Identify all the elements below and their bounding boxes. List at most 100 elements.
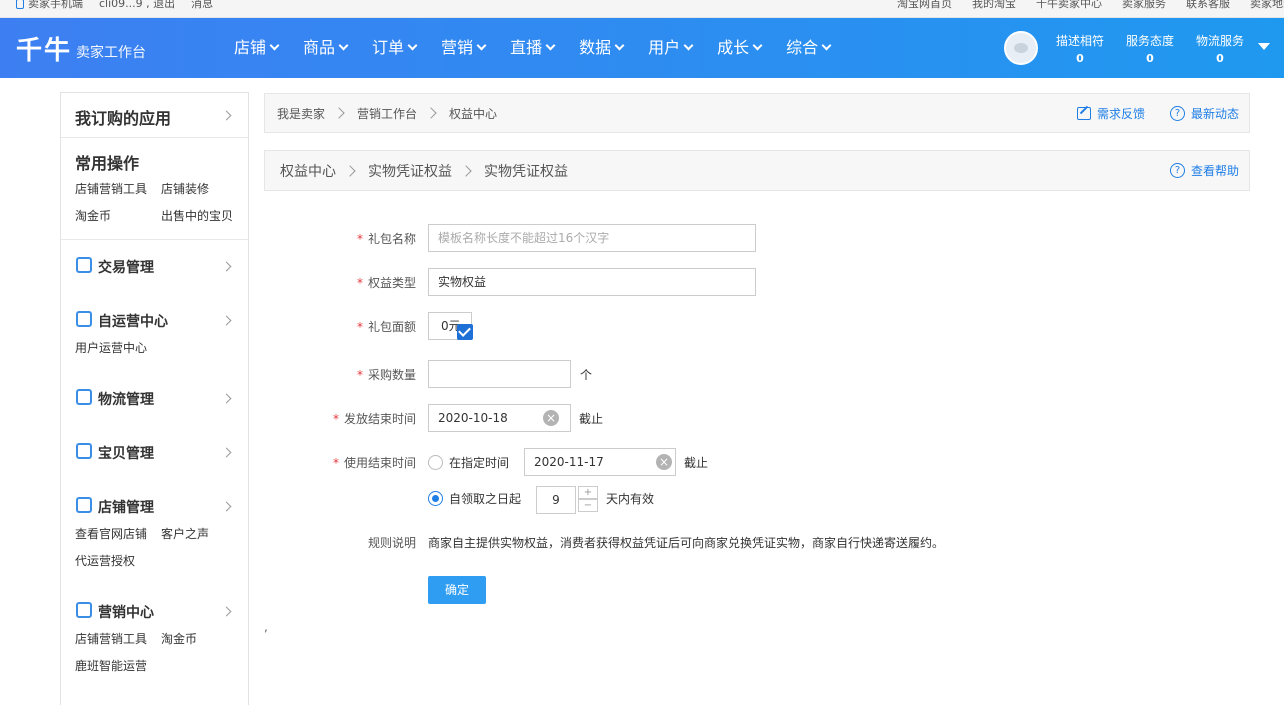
- nav-shop[interactable]: 店铺: [234, 18, 280, 78]
- sidebar-group-label: 店铺管理: [98, 500, 154, 516]
- nav-users-label: 用户: [648, 38, 681, 57]
- chevron-right-icon: [333, 107, 345, 119]
- score-description: 描述相符 0: [1056, 32, 1104, 65]
- breadcrumb-item[interactable]: 权益中心: [449, 105, 497, 122]
- type-label: * 权益类型: [356, 276, 416, 290]
- nav-data[interactable]: 数据: [579, 18, 625, 78]
- seller-map-link[interactable]: 卖家地图: [1250, 0, 1284, 11]
- breadcrumb-item[interactable]: 权益中心: [280, 161, 336, 181]
- account-link[interactable]: cli09...9 , 退出: [99, 0, 175, 11]
- breadcrumb-item[interactable]: 实物凭证权益: [368, 161, 452, 181]
- my-taobao-link[interactable]: 我的淘宝: [972, 0, 1016, 11]
- plus-icon[interactable]: +: [578, 486, 598, 499]
- score-label: 服务态度: [1126, 34, 1175, 48]
- logo[interactable]: 千牛: [16, 30, 72, 67]
- chevron-down-icon: [545, 40, 556, 51]
- qty-unit: 个: [580, 368, 593, 382]
- nav-growth[interactable]: 成长: [717, 18, 763, 78]
- sidebar-apps[interactable]: 我订购的应用: [61, 93, 248, 138]
- checkbox-checked[interactable]: [457, 324, 473, 340]
- sidebar-group-label: 自运营中心: [98, 314, 168, 330]
- chevron-down-icon: [269, 40, 280, 51]
- issue-until-text: 截止: [579, 412, 604, 426]
- avatar[interactable]: [1004, 31, 1038, 65]
- feedback-link[interactable]: 需求反馈: [1076, 94, 1145, 132]
- nav-growth-label: 成长: [717, 38, 750, 57]
- chevron-down-icon: [752, 40, 763, 51]
- caret-down-icon[interactable]: [1258, 43, 1270, 50]
- help-label: 查看帮助: [1190, 164, 1239, 178]
- radio-fixed-time-label: 在指定时间: [449, 456, 510, 470]
- help-link[interactable]: ? 查看帮助: [1169, 151, 1239, 190]
- sidebar-group-label: 宝贝管理: [98, 446, 154, 462]
- news-link[interactable]: ? 最新动态: [1169, 94, 1239, 132]
- taobao-home-link[interactable]: 淘宝网首页: [897, 0, 952, 11]
- mobile-link[interactable]: 卖家手机端: [16, 0, 83, 11]
- chevron-right-icon: [221, 315, 232, 326]
- feedback-label: 需求反馈: [1096, 106, 1145, 121]
- chevron-right-icon: [460, 164, 472, 177]
- nav-general-label: 综合: [786, 38, 819, 57]
- radio-relative-days[interactable]: [428, 491, 443, 506]
- clipboard-icon: [76, 257, 92, 273]
- sidebar-link-marketing-tools[interactable]: 店铺营销工具: [75, 176, 161, 203]
- top-utility-bar: 卖家手机端 cli09...9 , 退出 消息 淘宝网首页 我的淘宝 千牛卖家中…: [0, 0, 1284, 18]
- type-select[interactable]: 实物权益: [428, 268, 756, 296]
- nav-marketing[interactable]: 营销: [441, 18, 487, 78]
- nav-goods-label: 商品: [303, 38, 336, 57]
- logo-subtitle: 卖家工作台: [76, 45, 146, 61]
- sidebar-group-shop[interactable]: 店铺管理: [61, 480, 248, 534]
- contact-service-link[interactable]: 联系客服: [1186, 0, 1230, 11]
- seller-service-link[interactable]: 卖家服务: [1122, 0, 1166, 11]
- nav-data-label: 数据: [579, 38, 612, 57]
- clear-icon[interactable]: ×: [656, 454, 672, 470]
- nav-live[interactable]: 直播: [510, 18, 556, 78]
- sidebar-group-trade[interactable]: 交易管理: [61, 240, 248, 294]
- sidebar-link-agency[interactable]: 代运营授权: [75, 548, 161, 575]
- nav-orders-label: 订单: [372, 38, 405, 57]
- sidebar-group-label: 交易管理: [98, 260, 154, 276]
- breadcrumb-item[interactable]: 营销工作台: [357, 105, 417, 122]
- chevron-down-icon: [476, 40, 487, 51]
- minus-icon[interactable]: −: [578, 499, 598, 512]
- sidebar-group-selfop[interactable]: 自运营中心: [61, 294, 248, 348]
- days-suffix: 天内有效: [606, 492, 655, 506]
- nav-users[interactable]: 用户: [648, 18, 694, 78]
- score-value: 0: [1146, 52, 1154, 65]
- chevron-down-icon: [338, 40, 349, 51]
- sidebar-link-decoration[interactable]: 店铺装修: [161, 176, 247, 203]
- nav-shop-label: 店铺: [234, 38, 267, 57]
- sidebar-link-luban[interactable]: 鹿班智能运营: [75, 653, 161, 680]
- sidebar-link-onsale[interactable]: 出售中的宝贝: [161, 203, 247, 230]
- help-icon: ?: [1169, 105, 1185, 121]
- sidebar-link-coins[interactable]: 淘金币: [75, 203, 161, 230]
- sidebar-group-goods[interactable]: 宝贝管理: [61, 426, 248, 480]
- news-label: 最新动态: [1190, 106, 1239, 121]
- qty-input[interactable]: [428, 360, 571, 388]
- breadcrumb-item[interactable]: 我是卖家: [277, 105, 325, 122]
- use-end-date-input[interactable]: 2020-11-17: [524, 448, 676, 476]
- messages-link[interactable]: 消息: [191, 0, 213, 11]
- days-input[interactable]: 9: [536, 486, 576, 514]
- clear-icon[interactable]: ×: [543, 410, 559, 426]
- seller-center-link[interactable]: 千牛卖家中心: [1036, 0, 1102, 11]
- radio-fixed-time[interactable]: [428, 455, 443, 470]
- breadcrumb: 我是卖家 营销工作台 权益中心 需求反馈 ? 最新动态: [264, 93, 1250, 133]
- building-icon: [76, 389, 92, 405]
- gift-name-input[interactable]: 模板名称长度不能超过16个汉字: [428, 224, 756, 252]
- score-label: 描述相符: [1056, 34, 1105, 48]
- sidebar-group-logistics[interactable]: 物流管理: [61, 372, 248, 426]
- rules-text: 商家自主提供实物权益，消费者获得权益凭证后可向商家兑换凭证实物，商家自行快递寄送…: [428, 536, 945, 550]
- nav-general[interactable]: 综合: [786, 18, 832, 78]
- score-service: 服务态度 0: [1126, 32, 1174, 65]
- days-stepper: + −: [578, 486, 598, 512]
- chevron-down-icon: [683, 40, 694, 51]
- nav-orders[interactable]: 订单: [372, 18, 418, 78]
- box-icon: [76, 443, 92, 459]
- sidebar-group-label: 物流管理: [98, 392, 154, 408]
- gift-name-label: * 礼包名称: [356, 232, 416, 246]
- sidebar-group-marketing[interactable]: 营销中心: [61, 585, 248, 639]
- nav-goods[interactable]: 商品: [303, 18, 349, 78]
- chevron-right-icon: [221, 261, 232, 272]
- confirm-button[interactable]: 确定: [428, 576, 486, 604]
